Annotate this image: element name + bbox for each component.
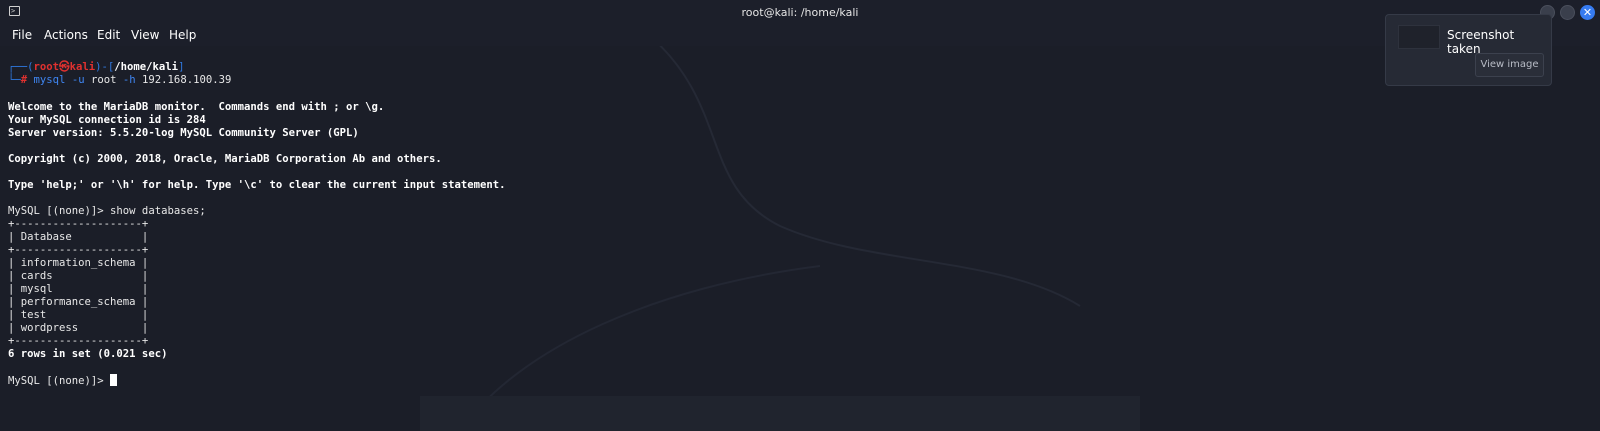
text-cursor <box>110 374 118 386</box>
close-button[interactable]: ✕ <box>1580 5 1595 20</box>
final-prompt-line[interactable]: MySQL [(none)]> <box>8 374 118 388</box>
prompt-hash: # <box>20 74 28 86</box>
screenshot-thumbnail[interactable] <box>1398 25 1440 49</box>
query-line: MySQL [(none)]> show databases; <box>8 205 206 217</box>
menu-help[interactable]: Help <box>169 28 196 42</box>
command-name: mysql <box>33 74 66 86</box>
prompt-host: kali <box>69 61 96 73</box>
server-version-line: Server version: 5.5.20-log MySQL Communi… <box>8 127 359 139</box>
screenshot-notification[interactable]: Screenshot taken View image <box>1385 14 1552 86</box>
prompt-close: ] <box>178 61 185 73</box>
table-row: | wordpress | <box>8 322 149 334</box>
menu-file[interactable]: File <box>12 28 32 42</box>
menu-view[interactable]: View <box>131 28 159 42</box>
table-row: | mysql | <box>8 283 149 295</box>
rows-summary: 6 rows in set (0.021 sec) <box>8 348 168 360</box>
help-line: Type 'help;' or '\h' for help. Type '\c'… <box>8 179 506 191</box>
prompt-path: /home/kali <box>114 61 179 73</box>
table-row: | information_schema | <box>8 257 149 269</box>
window-title: root@kali: /home/kali <box>741 6 859 19</box>
table-row: | performance_schema | <box>8 296 149 308</box>
table-border-bottom: +--------------------+ <box>8 335 149 347</box>
menu-bar: File Actions Edit View Help <box>0 24 1600 46</box>
command-arg-host: 192.168.100.39 <box>142 74 232 86</box>
table-border-mid: +--------------------+ <box>8 244 149 256</box>
terminal-output-area[interactable]: ┌──(root㉿kali)-[/home/kali] └─# mysql -u… <box>0 46 1600 431</box>
menu-edit[interactable]: Edit <box>97 28 120 42</box>
command-flag-user: -u <box>71 74 85 86</box>
menu-actions[interactable]: Actions <box>44 28 88 42</box>
kali-dragon-watermark <box>420 46 1140 431</box>
view-image-button[interactable]: View image <box>1475 53 1544 77</box>
prompt-line-1: ┌──(root㉿kali)-[/home/kali] <box>8 61 184 74</box>
command-arg-user: root <box>90 74 117 86</box>
prompt-prefix: └─ <box>8 74 21 86</box>
prompt-line-2: └─# mysql -u root -h 192.168.100.39 <box>8 74 231 87</box>
connection-id-line: Your MySQL connection id is 284 <box>8 114 206 126</box>
window-titlebar: > root@kali: /home/kali ✕ <box>0 0 1600 24</box>
command-flag-host: -h <box>122 74 136 86</box>
table-row: | cards | <box>8 270 149 282</box>
final-prompt: MySQL [(none)]> <box>8 375 111 387</box>
prompt-sep: )-[ <box>95 61 115 73</box>
table-header: | Database | <box>8 231 149 243</box>
maximize-button[interactable] <box>1560 5 1575 20</box>
welcome-line: Welcome to the MariaDB monitor. Commands… <box>8 101 385 113</box>
copyright-line: Copyright (c) 2000, 2018, Oracle, MariaD… <box>8 153 442 165</box>
prompt-user: root <box>33 61 60 73</box>
notification-title: Screenshot taken <box>1447 28 1515 56</box>
table-row: | test | <box>8 309 149 321</box>
table-border-top: +--------------------+ <box>8 218 149 230</box>
prompt-open: ┌──( <box>8 61 34 73</box>
prompt-at-symbol: ㉿ <box>59 61 70 73</box>
